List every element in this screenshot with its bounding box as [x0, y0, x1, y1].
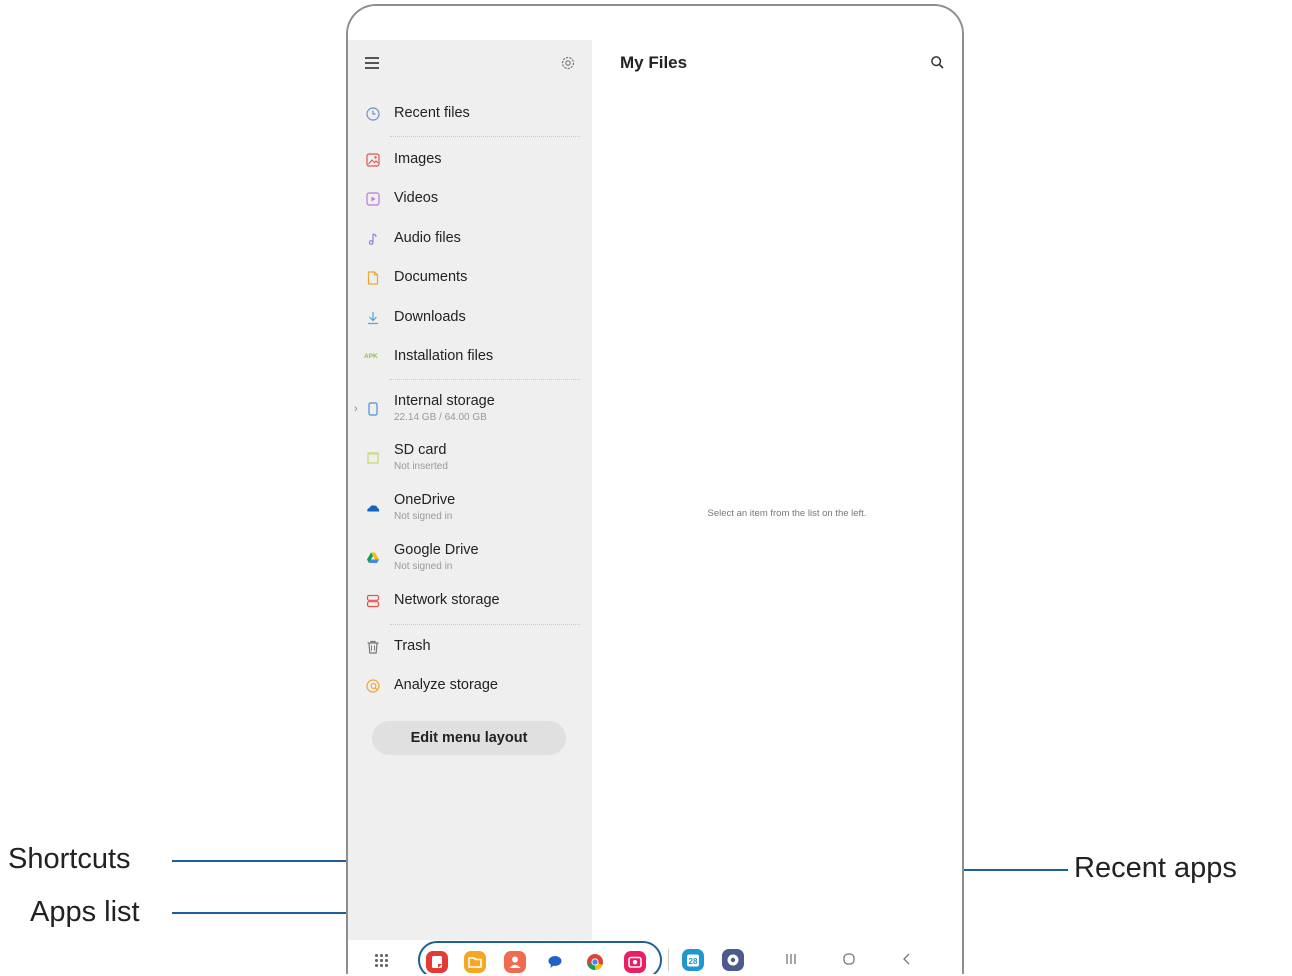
- drawer-item-network-storage[interactable]: Network storage: [348, 583, 592, 619]
- clock-icon: [366, 107, 380, 121]
- page-title: My Files: [620, 53, 688, 72]
- video-icon: [366, 192, 380, 206]
- drawer-item-label: Network storage: [394, 592, 500, 608]
- drawer-item-label: Analyze storage: [394, 677, 498, 693]
- drawer-item-trash[interactable]: Trash: [348, 629, 592, 665]
- google-drive-icon: [367, 552, 379, 563]
- drawer-item-sublabel: Not signed in: [394, 511, 453, 522]
- status-bar: [348, 6, 962, 40]
- drawer-item-label: Trash: [394, 638, 431, 654]
- chevron-right-icon[interactable]: ›: [354, 403, 358, 415]
- drawer-item-sublabel: 22.14 GB / 64.00 GB: [394, 412, 487, 423]
- drawer-divider: [390, 624, 580, 625]
- drawer-item-label: OneDrive: [394, 492, 456, 508]
- my-files-icon[interactable]: [464, 951, 486, 973]
- onedrive-icon: [367, 505, 380, 512]
- drawer-item-google-drive[interactable]: Google Drive Not signed in: [348, 540, 592, 576]
- drawer-item-recent-files[interactable]: Recent files: [348, 96, 592, 132]
- search-icon[interactable]: [930, 55, 945, 70]
- drawer-item-onedrive[interactable]: OneDrive Not signed in: [348, 490, 592, 526]
- drawer-item-images[interactable]: Images: [348, 142, 592, 178]
- notes-icon[interactable]: [426, 951, 448, 973]
- drawer-item-internal-storage[interactable]: › Internal storage 22.14 GB / 64.00 GB: [348, 391, 592, 427]
- edit-menu-layout-button[interactable]: Edit menu layout: [372, 721, 566, 755]
- callout-recent-apps-label: Recent apps: [1074, 852, 1237, 884]
- drawer-item-sublabel: Not inserted: [394, 461, 448, 472]
- drawer-item-videos[interactable]: Videos: [348, 181, 592, 217]
- drawer-item-label: Videos: [394, 190, 439, 206]
- apps-list-icon[interactable]: [374, 953, 388, 967]
- drawer-item-label: Google Drive: [394, 542, 479, 558]
- taskbar-separator: [668, 949, 669, 971]
- home-nav-icon[interactable]: [840, 950, 858, 968]
- drawer-divider: [390, 379, 580, 380]
- navigation-drawer: Recent files Images Videos Audio files D…: [348, 40, 592, 940]
- tablet-frame: Recent files Images Videos Audio files D…: [346, 4, 964, 974]
- settings-app-icon[interactable]: [722, 949, 744, 971]
- drawer-item-documents[interactable]: Documents: [348, 260, 592, 296]
- drawer-item-label: Images: [394, 151, 442, 167]
- callout-shortcuts-label: Shortcuts: [8, 843, 131, 875]
- apk-icon: APK: [364, 353, 378, 360]
- phone-icon: [368, 402, 378, 416]
- chrome-icon[interactable]: [584, 951, 606, 973]
- calendar-icon[interactable]: 28: [682, 949, 704, 971]
- document-icon: [367, 271, 379, 285]
- hamburger-menu-icon[interactable]: [365, 57, 379, 69]
- drawer-item-installation-files[interactable]: APK Installation files: [348, 339, 592, 375]
- image-icon: [366, 153, 380, 167]
- callout-apps-list-label: Apps list: [30, 896, 140, 928]
- music-note-icon: [368, 233, 377, 245]
- empty-state-message: Select an item from the list on the left…: [707, 508, 867, 519]
- taskbar: 28: [348, 940, 962, 974]
- drawer-header: [348, 40, 592, 90]
- trash-icon: [367, 640, 379, 654]
- drawer-divider: [390, 136, 580, 137]
- screen-recorder-icon[interactable]: [624, 951, 646, 973]
- back-nav-icon[interactable]: [898, 950, 916, 968]
- recents-nav-icon[interactable]: [782, 950, 800, 968]
- drawer-item-sd-card[interactable]: SD card Not inserted: [348, 440, 592, 476]
- drawer-item-label: Installation files: [394, 348, 494, 364]
- contacts-icon[interactable]: [504, 951, 526, 973]
- messages-icon[interactable]: [544, 951, 566, 973]
- network-storage-icon: [366, 594, 380, 608]
- drawer-item-audio-files[interactable]: Audio files: [348, 221, 592, 257]
- drawer-item-label: Downloads: [394, 309, 466, 325]
- drawer-item-label: SD card: [394, 442, 447, 458]
- gear-icon[interactable]: [560, 55, 576, 71]
- drawer-item-analyze-storage[interactable]: Analyze storage: [348, 668, 592, 704]
- analyze-storage-icon: [366, 679, 380, 693]
- shortcuts-group: [418, 941, 662, 974]
- calendar-day-label: 28: [688, 957, 698, 966]
- download-icon: [368, 312, 378, 325]
- drawer-item-label: Audio files: [394, 230, 461, 246]
- drawer-item-sublabel: Not signed in: [394, 561, 453, 572]
- sd-card-icon: [367, 452, 379, 464]
- drawer-item-downloads[interactable]: Downloads: [348, 300, 592, 336]
- drawer-item-label: Recent files: [394, 105, 470, 121]
- drawer-item-label: Internal storage: [394, 393, 495, 409]
- drawer-item-label: Documents: [394, 269, 468, 285]
